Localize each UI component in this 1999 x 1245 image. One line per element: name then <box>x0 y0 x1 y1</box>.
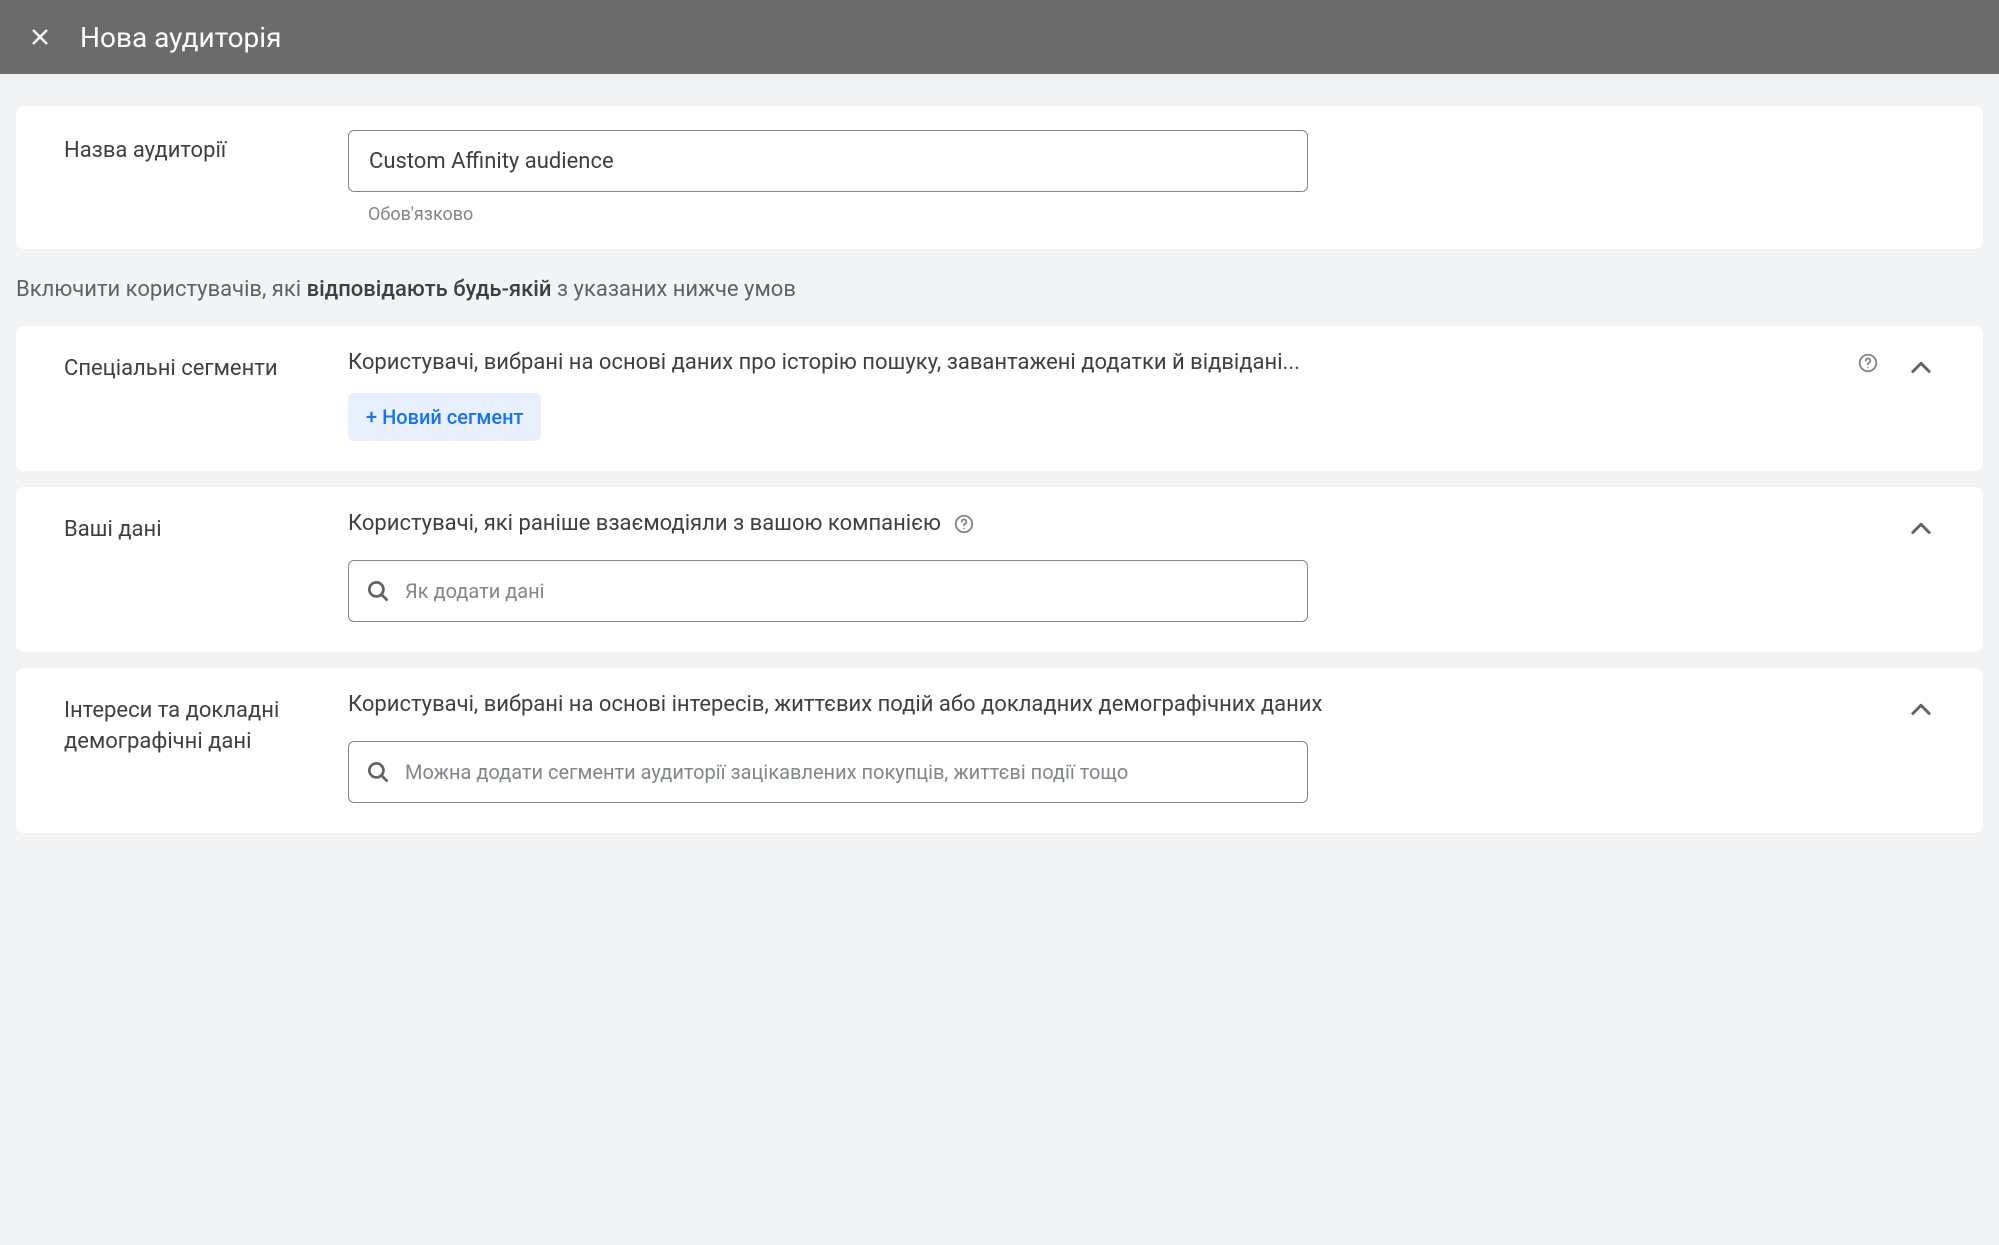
your-data-label: Ваші дані <box>64 511 348 546</box>
search-icon <box>365 578 391 604</box>
audience-name-input[interactable] <box>348 130 1308 192</box>
header: Нова аудиторія <box>0 0 1999 74</box>
help-icon[interactable] <box>953 513 975 535</box>
your-data-section: Ваші дані Користувачі, які раніше взаємо… <box>16 487 1983 652</box>
audience-name-helper: Обов'язково <box>348 204 1935 225</box>
your-data-description: Користувачі, які раніше взаємодіяли з ва… <box>348 511 941 536</box>
intro-suffix: з указаних нижче умов <box>551 277 795 302</box>
chevron-up-icon[interactable] <box>1907 354 1935 382</box>
custom-segments-description: Користувачі, вибрані на основі даних про… <box>348 350 1845 375</box>
content-area: Назва аудиторії Обов'язково Включити кор… <box>0 74 1999 849</box>
intro-bold: відповідають будь-якій <box>307 277 552 302</box>
interests-label: Інтереси та докладні демографічні дані <box>64 692 348 758</box>
new-segment-button[interactable]: + Новий сегмент <box>348 393 541 441</box>
custom-segments-section: Спеціальні сегменти Користувачі, вибрані… <box>16 326 1983 471</box>
audience-name-label: Назва аудиторії <box>64 130 348 163</box>
interests-search-wrap[interactable] <box>348 741 1308 803</box>
interests-section: Інтереси та докладні демографічні дані К… <box>16 668 1983 833</box>
intro-prefix: Включити користувачів, які <box>16 277 307 302</box>
interests-search-input[interactable] <box>405 760 1291 784</box>
chevron-up-icon[interactable] <box>1907 515 1935 543</box>
interests-description: Користувачі, вибрані на основі інтересів… <box>348 692 1879 717</box>
custom-segments-label: Спеціальні сегменти <box>64 350 348 385</box>
page-title: Нова аудиторія <box>80 21 281 54</box>
close-button[interactable] <box>24 21 56 53</box>
your-data-search-wrap[interactable] <box>348 560 1308 622</box>
your-data-search-input[interactable] <box>405 579 1291 603</box>
search-icon <box>365 759 391 785</box>
audience-name-card: Назва аудиторії Обов'язково <box>16 106 1983 249</box>
chevron-up-icon[interactable] <box>1907 696 1935 724</box>
help-icon[interactable] <box>1857 352 1879 374</box>
close-icon <box>28 25 52 49</box>
conditions-intro: Включити користувачів, які відповідають … <box>0 249 1999 310</box>
